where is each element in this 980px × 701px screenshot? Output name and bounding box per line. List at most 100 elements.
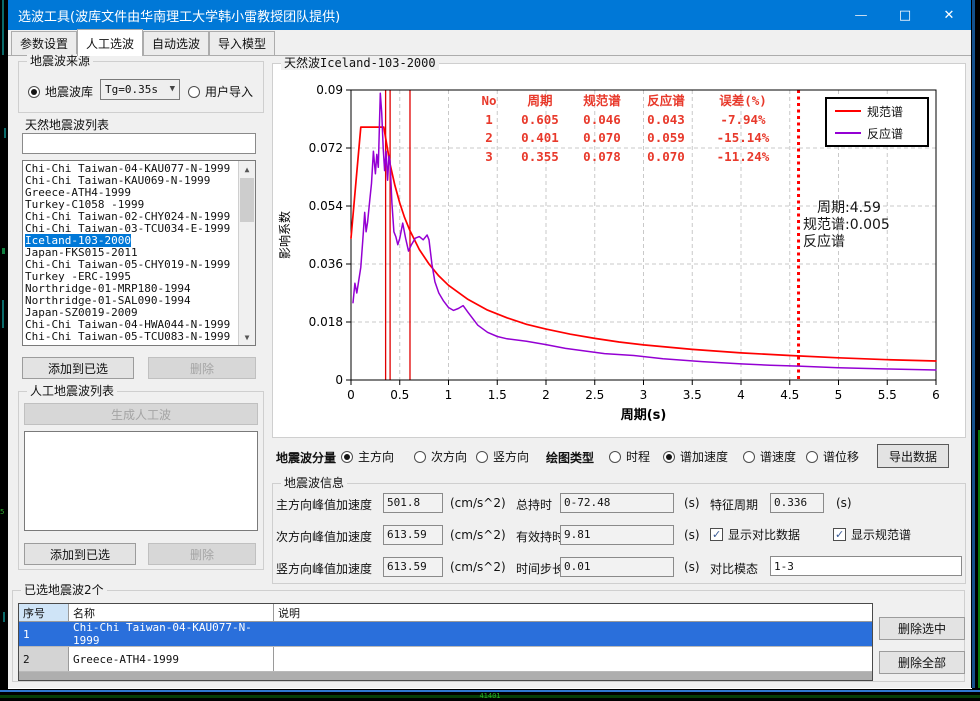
maximize-button[interactable]: □ xyxy=(883,0,927,30)
characteristic-period-label: 特征周期 xyxy=(710,496,758,513)
cad-line-decoration xyxy=(4,128,6,138)
purple-line-icon xyxy=(835,132,861,134)
add-artificial-to-selected-button[interactable]: 添加到已选 xyxy=(24,543,136,565)
tab-bar: 参数设置 人工选波 自动选波 导入模型 xyxy=(8,30,971,56)
generate-artificial-wave-button[interactable]: 生成人工波 xyxy=(24,403,258,425)
svg-text:0.054: 0.054 xyxy=(309,199,343,213)
checkbox-show-comparison[interactable]: 显示对比数据 xyxy=(710,526,800,543)
radio-type-spectral-acceleration[interactable]: 谱加速度 xyxy=(663,448,728,465)
svg-text:0: 0 xyxy=(335,373,343,387)
legend-item-response-spectrum: 反应谱 xyxy=(835,125,927,142)
checkbox-show-code-spectrum[interactable]: 显示规范谱 xyxy=(833,526,911,543)
radio-component-main[interactable]: 主方向 xyxy=(341,448,394,465)
compare-modes-input[interactable] xyxy=(770,556,962,576)
svg-text:影响系数: 影响系数 xyxy=(277,211,292,259)
radio-type-spectral-displacement[interactable]: 谱位移 xyxy=(806,448,859,465)
chevron-down-icon: ▼ xyxy=(170,80,175,99)
radio-component-vertical[interactable]: 竖方向 xyxy=(476,448,529,465)
window-border-accent xyxy=(972,0,975,689)
main-peak-accel-value[interactable]: 501.8 xyxy=(383,493,443,513)
table-row[interactable]: 2 Greece-ATH4-1999 xyxy=(19,647,872,672)
component-label: 地震波分量 xyxy=(276,449,336,466)
radio-type-time-history[interactable]: 时程 xyxy=(609,448,650,465)
table-header-name[interactable]: 名称 xyxy=(69,604,274,621)
export-data-button[interactable]: 导出数据 xyxy=(877,444,949,468)
natural-wave-list[interactable]: Chi-Chi Taiwan-04-KAU077-N-1999Chi-Chi T… xyxy=(22,160,256,346)
add-to-selected-button[interactable]: 添加到已选 xyxy=(22,357,134,379)
accel-unit-label: (cm/s^2) xyxy=(450,560,506,574)
delete-artificial-button[interactable]: 删除 xyxy=(148,543,256,565)
red-line-icon xyxy=(835,110,861,112)
effective-duration-value[interactable]: 9.81 xyxy=(560,525,674,545)
radio-dot-icon xyxy=(341,451,353,463)
scrollbar-down-icon[interactable]: ▼ xyxy=(239,329,255,345)
artificial-wave-group-label: 人工地震波列表 xyxy=(27,384,117,398)
svg-text:1: 1 xyxy=(445,388,453,402)
characteristic-period-value[interactable]: 0.336 xyxy=(770,493,824,513)
time-step-value[interactable]: 0.01 xyxy=(560,557,674,577)
delete-natural-button[interactable]: 删除 xyxy=(148,357,256,379)
svg-text:5: 5 xyxy=(835,388,843,402)
accel-unit-label: (cm/s^2) xyxy=(450,528,506,542)
radio-dot-icon xyxy=(414,451,426,463)
list-scrollbar[interactable]: ▲ ▼ xyxy=(238,161,255,345)
background-app-statusbar: 41401 xyxy=(0,688,980,701)
table-header-no[interactable]: 序号 xyxy=(19,604,69,621)
screen: 5 选波工具(波库文件由华南理工大学韩小雷教授团队提供) — □ ✕ 参数设置 … xyxy=(0,0,980,701)
radio-dot-icon xyxy=(476,451,488,463)
selected-waves-group: 已选地震波2个 序号 名称 说明 1 Chi-Chi Taiwan-04-KAU… xyxy=(12,590,965,682)
wave-info-group-label: 地震波信息 xyxy=(281,476,347,490)
chart-title: 天然波Iceland-103-2000 xyxy=(281,56,439,70)
svg-text:4: 4 xyxy=(737,388,745,402)
selected-waves-group-label: 已选地震波2个 xyxy=(21,583,107,597)
tab-auto-selection[interactable]: 自动选波 xyxy=(143,31,209,55)
checkmark-icon xyxy=(833,528,846,541)
tab-manual-selection[interactable]: 人工选波 xyxy=(77,29,143,56)
table-header-description[interactable]: 说明 xyxy=(274,604,872,621)
checkmark-icon xyxy=(710,528,723,541)
window-title: 选波工具(波库文件由华南理工大学韩小雷教授团队提供) xyxy=(8,6,839,25)
svg-text:1.5: 1.5 xyxy=(488,388,507,402)
scrollbar-up-icon[interactable]: ▲ xyxy=(239,161,255,177)
titlebar: 选波工具(波库文件由华南理工大学韩小雷教授团队提供) — □ ✕ xyxy=(8,0,971,30)
radio-user-import[interactable]: 用户导入 xyxy=(188,83,253,100)
tab-parameter-settings[interactable]: 参数设置 xyxy=(11,31,77,55)
natural-wave-filter-input[interactable] xyxy=(22,133,256,154)
vertical-peak-accel-value[interactable]: 613.59 xyxy=(383,557,443,577)
spectrum-chart-group: 天然波Iceland-103-2000 00.511.522.533.544.5… xyxy=(272,63,966,438)
wave-source-group-label: 地震波来源 xyxy=(27,54,93,68)
svg-text:0.072: 0.072 xyxy=(309,141,343,155)
tg-dropdown[interactable]: Tg=0.35s ▼ xyxy=(100,79,180,100)
selected-waves-table[interactable]: 序号 名称 说明 1 Chi-Chi Taiwan-04-KAU077-N-19… xyxy=(18,603,873,681)
minimize-button[interactable]: — xyxy=(839,0,883,30)
table-header-row: 序号 名称 说明 xyxy=(19,604,872,622)
cursor-readout: 周期:4.59 规范谱:0.005 反应谱 xyxy=(803,200,890,251)
effective-duration-label: 有效持时 xyxy=(516,528,564,545)
vertical-peak-accel-label: 竖方向峰值加速度 xyxy=(276,560,372,577)
svg-text:2.5: 2.5 xyxy=(585,388,604,402)
plot-type-label: 绘图类型 xyxy=(546,449,594,466)
radio-component-secondary[interactable]: 次方向 xyxy=(414,448,467,465)
time-step-label: 时间步长 xyxy=(516,560,564,577)
radio-type-spectral-velocity[interactable]: 谱速度 xyxy=(743,448,796,465)
table-row[interactable]: 1 Chi-Chi Taiwan-04-KAU077-N-1999 xyxy=(19,622,872,647)
svg-text:3: 3 xyxy=(640,388,648,402)
chart-legend: 规范谱 反应谱 xyxy=(825,97,929,147)
total-duration-value[interactable]: 0-72.48 xyxy=(560,493,674,513)
scrollbar-thumb[interactable] xyxy=(240,178,254,222)
cad-line-decoration xyxy=(2,0,4,55)
artificial-wave-list[interactable] xyxy=(24,431,258,531)
tab-import-model[interactable]: 导入模型 xyxy=(209,31,275,55)
statusbar-text: 41401 xyxy=(0,692,980,700)
close-button[interactable]: ✕ xyxy=(927,0,971,30)
list-item[interactable]: Chi-Chi Taiwan-05-TCU083-N-1999 xyxy=(25,331,255,343)
delete-all-button[interactable]: 删除全部 xyxy=(879,651,965,674)
radio-dot-icon xyxy=(743,451,755,463)
seconds-unit-label: (s) xyxy=(684,496,700,510)
spectrum-error-table: No 周期 规范谱 反应谱 误差(%) 1 0.605 0.046 0.043 … xyxy=(469,92,787,166)
secondary-peak-accel-value[interactable]: 613.59 xyxy=(383,525,443,545)
radio-wave-library[interactable]: 地震波库 xyxy=(28,83,93,100)
svg-text:0.036: 0.036 xyxy=(309,257,343,271)
total-duration-label: 总持时 xyxy=(516,496,552,513)
delete-selected-button[interactable]: 删除选中 xyxy=(879,617,965,640)
